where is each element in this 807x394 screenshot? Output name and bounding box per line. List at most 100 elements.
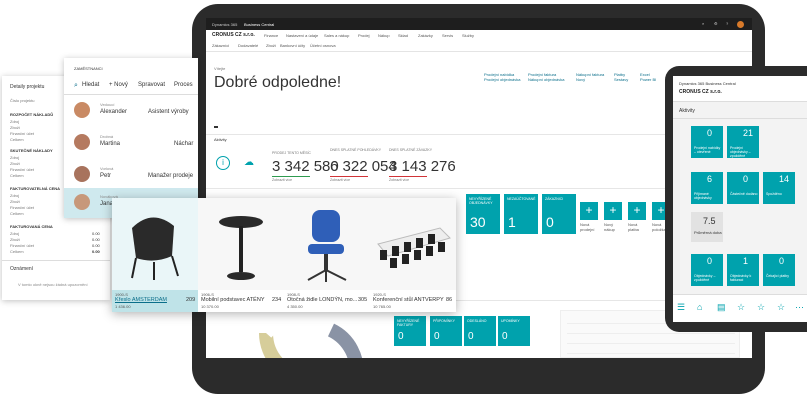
- product-name[interactable]: Otočná židle LONDÝN, mo...: [287, 297, 357, 303]
- row-label: Finanční účet: [10, 243, 35, 248]
- row-label: Zboží: [10, 161, 21, 166]
- product-card[interactable]: 1908-S Otočná židle LONDÝN, mo... 305 4 …: [284, 198, 370, 312]
- list-title: ZAMĚSTNANCI: [74, 66, 103, 71]
- more-icon[interactable]: ⋯: [795, 302, 804, 313]
- plus-icon[interactable]: +: [604, 202, 622, 220]
- subnav-vendors[interactable]: Dodavatelé: [238, 43, 258, 48]
- phone-app: Dynamics 365 Business Central CRONUS CZ …: [673, 76, 807, 322]
- subnav-customers[interactable]: Zákazníci: [212, 43, 229, 48]
- manage-button[interactable]: Spravovat: [138, 82, 165, 88]
- bottom-tile[interactable]: PŘIPOMÍNKY 0: [430, 316, 462, 346]
- phone-company[interactable]: CRONUS CZ s.r.o.: [679, 89, 722, 95]
- product-card[interactable]: 1906-S Mobilní podstavec ATÉNY 234 10 37…: [198, 198, 284, 312]
- product-name[interactable]: Křeslo AMSTERDAM: [115, 297, 167, 303]
- home-icon[interactable]: ⌂: [697, 302, 702, 312]
- nav-item-inventory[interactable]: Sklad: [398, 33, 408, 38]
- phone-tile[interactable]: Částečně dodáno 0: [727, 172, 759, 204]
- activity-tile[interactable]: NEVYŘÍZENÉ OBJEDNÁVKY 30: [466, 194, 500, 234]
- row-label: Finanční účet: [10, 167, 35, 172]
- process-button[interactable]: Proces: [174, 82, 193, 88]
- action-sales-order[interactable]: Prodejní objednávka: [484, 77, 520, 82]
- phone-tile[interactable]: 7.5 Průměrná doba: [691, 212, 723, 242]
- nav-item-finance[interactable]: Finance: [264, 33, 278, 38]
- row-label: Celkem: [10, 137, 24, 142]
- action-new[interactable]: Nový: [576, 77, 604, 82]
- office-chair-image: [307, 210, 347, 282]
- carousel-dots[interactable]: [214, 126, 218, 128]
- product-name[interactable]: Konferenční stůl ANTVERPY: [373, 297, 444, 303]
- list-item[interactable]: Vorlová Petr Manažer prodeje: [64, 160, 198, 190]
- nav-item-jobs[interactable]: Zakázky: [418, 33, 433, 38]
- list-item[interactable]: Vedoucí Alexander Asistent výroby: [64, 96, 198, 126]
- cloud-icon[interactable]: ☁: [242, 156, 256, 170]
- section-heading: FAKTUROVATELNÁ CENA: [10, 186, 61, 191]
- bottom-tile[interactable]: UPOMÍNKY 0: [498, 316, 530, 346]
- help-icon[interactable]: ?: [726, 21, 728, 26]
- action-reports[interactable]: Sestavy: [614, 77, 628, 82]
- row-label: Zboží: [10, 199, 21, 204]
- nav-item-purchase[interactable]: Nákup: [378, 33, 390, 38]
- phone-section-title[interactable]: Aktivity: [679, 108, 695, 114]
- nav-item-services[interactable]: Služby: [462, 33, 474, 38]
- kpi-label: PRODEJ TENTO MĚSÍC: [272, 151, 311, 155]
- phone-tile[interactable]: Přijímané objednávky 6: [691, 172, 723, 204]
- kpi-indicator: [272, 176, 310, 177]
- row-value: 0.00: [92, 243, 100, 248]
- phone-tile[interactable]: Čekající platby 0: [763, 254, 795, 286]
- plus-icon[interactable]: +: [628, 202, 646, 220]
- bottom-tile[interactable]: NEVYŘÍZENÉ FAKTURY 0: [394, 316, 426, 346]
- phone-tile[interactable]: Prodejní nabídky – otevřené 0: [691, 126, 723, 158]
- avatar[interactable]: [737, 21, 744, 28]
- kpi-sub[interactable]: Zobrazit více: [272, 178, 292, 182]
- activity-tile[interactable]: ZÁKAZNICI 0: [542, 194, 576, 234]
- product-name[interactable]: Mobilní podstavec ATÉNY: [201, 297, 264, 303]
- kpi-indicator: [330, 176, 368, 177]
- phone-tile[interactable]: Objednávky k fakturaci 1: [727, 254, 759, 286]
- nav-item-sales[interactable]: Prodej: [358, 33, 370, 38]
- list-item[interactable]: Drobná Martina Náchar: [64, 128, 198, 158]
- product-card[interactable]: 1900-S Křeslo AMSTERDAM 209 1 436.00: [112, 198, 198, 312]
- new-button[interactable]: + Nový: [109, 82, 128, 88]
- kpi-value[interactable]: 3 143 276: [389, 158, 456, 175]
- plus-icon[interactable]: +: [580, 202, 598, 220]
- product-image: [370, 198, 456, 290]
- subnav-bank-accounts[interactable]: Bankovní účty: [280, 43, 305, 48]
- search-icon[interactable]: ⌕: [702, 21, 704, 26]
- product-price: 1 436.00: [115, 304, 131, 309]
- activity-tile[interactable]: NEZAÚČTOVANÉ 1: [504, 194, 538, 234]
- search-button[interactable]: Hledat: [82, 82, 99, 88]
- gear-icon[interactable]: ⚙: [714, 21, 718, 26]
- product-quantity: 234: [272, 297, 282, 303]
- action-power-bi[interactable]: Power BI: [640, 77, 656, 82]
- menu-icon[interactable]: ☰: [677, 302, 685, 313]
- product-card[interactable]: 1920-S Konferenční stůl ANTVERPY 86 10 7…: [370, 198, 456, 312]
- kpi-sub[interactable]: Zobrazit více: [330, 178, 350, 182]
- star-icon[interactable]: ☆: [737, 302, 745, 313]
- nav-item-sales-purchase[interactable]: Sales a nákup: [324, 33, 349, 38]
- nav-item-setup[interactable]: Nastavení a údaje: [286, 33, 318, 38]
- action-purchase-order[interactable]: Nákupní objednávka: [528, 77, 564, 82]
- subnav-chart-of-accounts[interactable]: Účetní osnova: [310, 43, 336, 48]
- kpi-value[interactable]: 6 322 054: [330, 158, 397, 175]
- row-label: Finanční účet: [10, 131, 35, 136]
- product-price: 10 370.00: [201, 304, 219, 309]
- phone-tile[interactable]: Prodejní objednávky – zpožděné 21: [727, 126, 759, 158]
- nav-item-service[interactable]: Servis: [442, 33, 453, 38]
- phone-tile[interactable]: Objednávky – zpožděné 0: [691, 254, 723, 286]
- info-icon[interactable]: i: [216, 156, 230, 170]
- kpi-value[interactable]: 3 342 580: [272, 158, 339, 175]
- row-label: Zdroj: [10, 155, 20, 160]
- kpi-sub[interactable]: Zobrazit více: [389, 178, 409, 182]
- phone-tile[interactable]: Spožděno 14: [763, 172, 795, 204]
- phone-header: Dynamics 365 Business Central CRONUS CZ …: [673, 76, 807, 102]
- star-icon[interactable]: ☆: [777, 302, 785, 313]
- subnav-items[interactable]: Zboží: [266, 43, 276, 48]
- document-icon[interactable]: ▤: [717, 302, 726, 313]
- bottom-tile[interactable]: ODESLÁNO 0: [464, 316, 496, 346]
- greeting-label: Vítejte: [214, 66, 226, 71]
- star-icon[interactable]: ☆: [757, 302, 765, 313]
- notifications-title[interactable]: Oznámení: [10, 266, 33, 272]
- search-icon[interactable]: ⌕: [74, 82, 78, 90]
- company-name[interactable]: CRONUS CZ s.r.o.: [212, 32, 255, 38]
- activities-title: Aktivity: [214, 137, 227, 142]
